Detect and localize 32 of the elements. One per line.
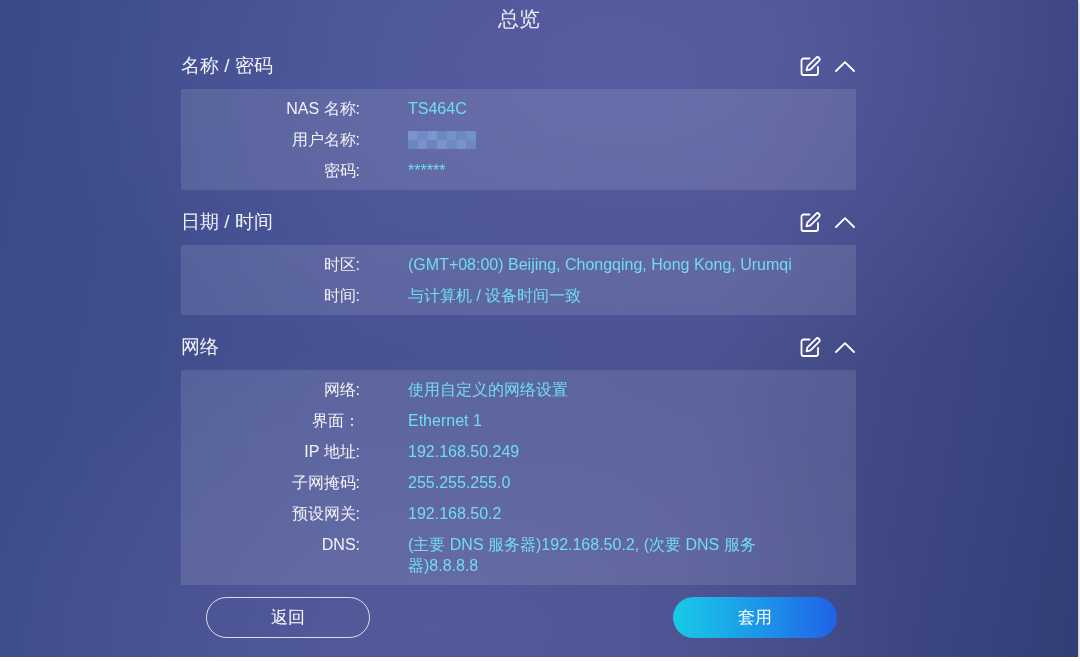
field-value: 255.255.255.0 bbox=[408, 473, 511, 493]
field-label: 时区: bbox=[322, 255, 360, 275]
field-value: Ethernet 1 bbox=[408, 411, 482, 431]
field-label: 网络: bbox=[322, 380, 360, 400]
field-value: 192.168.50.249 bbox=[408, 442, 520, 462]
field-label: 密码: bbox=[322, 161, 360, 181]
field-label: IP 地址: bbox=[303, 442, 360, 462]
field-value: 与计算机 / 设备时间一致 bbox=[408, 286, 582, 306]
edit-icon[interactable] bbox=[800, 55, 821, 77]
field-label: 界面： bbox=[311, 411, 360, 431]
chevron-up-icon[interactable] bbox=[835, 60, 855, 72]
field-value: ****** bbox=[408, 161, 446, 181]
pixelated-block bbox=[408, 130, 476, 149]
edit-icon[interactable] bbox=[800, 211, 821, 233]
field-label: DNS: bbox=[320, 535, 360, 555]
page-title: 总览 bbox=[497, 6, 540, 32]
section-heading: 名称 / 密码 bbox=[181, 54, 273, 78]
chevron-up-icon[interactable] bbox=[835, 216, 855, 228]
field-value: 192.168.50.2 bbox=[408, 504, 502, 524]
field-value: 使用自定义的网络设置 bbox=[408, 380, 568, 400]
edit-icon[interactable] bbox=[800, 336, 821, 358]
field-label: 用户名称: bbox=[290, 130, 360, 150]
field-value: (GMT+08:00) Beijing, Chongqing, Hong Kong, Urumqi bbox=[408, 255, 792, 275]
field-label: 时间: bbox=[322, 286, 360, 306]
field-label: 子网掩码: bbox=[290, 473, 360, 493]
field-label: 预设网关: bbox=[290, 504, 360, 524]
section-heading: 网络 bbox=[181, 335, 219, 359]
field-value: (主要 DNS 服务器)192.168.50.2, (次要 DNS 服务器)8.8.8.8 bbox=[408, 535, 757, 576]
field-value: TS464C bbox=[408, 99, 467, 119]
field-label: NAS 名称: bbox=[285, 99, 360, 119]
section-heading: 日期 / 时间 bbox=[181, 210, 273, 234]
chevron-up-icon[interactable] bbox=[835, 341, 855, 353]
